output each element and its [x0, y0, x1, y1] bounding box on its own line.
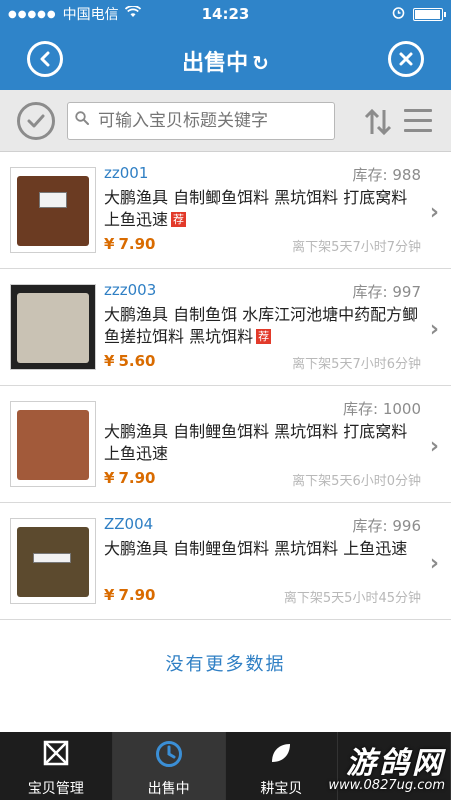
item-price: ¥7.90	[104, 586, 156, 604]
item-code: ZZ004	[104, 515, 154, 533]
select-all-button[interactable]	[17, 102, 55, 140]
clock-icon	[155, 740, 183, 772]
item-stock: 库存: 1000	[342, 400, 421, 418]
delist-time: 离下架5天7小时6分钟	[292, 357, 421, 372]
check-icon	[27, 114, 45, 128]
item-title: 大鹏渔具 自制鲤鱼饵料 黑坑饵料 打底窝料 上鱼迅速	[104, 422, 408, 463]
tab-cultivate[interactable]: 耕宝贝	[226, 732, 339, 800]
chevron-right-icon[interactable]: ›	[430, 551, 439, 576]
battery-icon	[413, 7, 446, 21]
status-bar: ●●●●● 中国电信 14:23	[0, 0, 451, 28]
signal-icon: ●●●●●	[8, 8, 57, 20]
item-stock: 库存: 996	[352, 517, 421, 535]
list-item[interactable]: 库存: 1000 大鹏渔具 自制鲤鱼饵料 黑坑饵料 打底窝料 上鱼迅速 ¥7.9…	[0, 386, 451, 503]
menu-icon	[404, 109, 432, 112]
page-title: 出售中 ↻	[0, 45, 451, 77]
chevron-right-icon[interactable]: ›	[430, 317, 439, 342]
product-thumbnail	[10, 401, 96, 487]
watermark-logo: 游鸽网 www.0827ug.com	[328, 746, 445, 793]
recommend-badge: 荐	[171, 212, 187, 227]
delist-time: 离下架5天6小时0分钟	[292, 474, 421, 489]
item-price: ¥5.60	[104, 352, 156, 370]
search-input[interactable]	[67, 102, 335, 140]
sort-icon	[364, 108, 392, 136]
item-price: ¥7.90	[104, 235, 156, 253]
product-thumbnail	[10, 167, 96, 253]
close-icon	[399, 52, 413, 66]
search-bar	[0, 90, 451, 152]
page-title-text: 出售中	[182, 51, 249, 76]
chevron-right-icon[interactable]: ›	[430, 200, 439, 225]
item-price: ¥7.90	[104, 469, 156, 487]
carrier-label: 中国电信	[62, 7, 119, 23]
leaf-icon	[268, 740, 294, 772]
list-item[interactable]: zz001 库存: 988 大鹏渔具 自制鲫鱼饵料 黑坑饵料 打底窝料 上鱼迅速…	[0, 152, 451, 269]
item-code: zzz003	[104, 281, 157, 299]
tab-label: 出售中	[147, 781, 190, 797]
menu-button[interactable]	[404, 109, 432, 139]
sort-button[interactable]	[363, 108, 393, 142]
item-title: 大鹏渔具 自制鲤鱼饵料 黑坑饵料 上鱼迅速	[104, 539, 408, 558]
delist-time: 离下架5天5小时45分钟	[283, 591, 421, 606]
tab-item-management[interactable]: 宝贝管理	[0, 732, 113, 800]
close-button[interactable]	[388, 41, 424, 77]
product-thumbnail	[10, 518, 96, 604]
search-icon	[75, 110, 89, 130]
bait-bag-image	[17, 410, 89, 480]
nav-bar: 出售中 ↻	[0, 28, 451, 90]
status-time: 14:23	[201, 5, 250, 23]
item-code: zz001	[104, 164, 149, 182]
tab-label: 耕宝贝	[260, 781, 303, 797]
item-stock: 库存: 988	[352, 166, 421, 184]
no-more-data[interactable]: 没有更多数据	[0, 650, 451, 676]
product-thumbnail	[10, 284, 96, 370]
bait-bag-image	[17, 293, 89, 363]
box-icon	[43, 740, 69, 772]
tab-on-sale[interactable]: 出售中	[112, 732, 226, 800]
item-stock: 库存: 997	[352, 283, 421, 301]
product-list: zz001 库存: 988 大鹏渔具 自制鲫鱼饵料 黑坑饵料 打底窝料 上鱼迅速…	[0, 152, 451, 620]
recommend-badge: 荐	[256, 329, 272, 344]
chevron-right-icon[interactable]: ›	[430, 434, 439, 459]
refresh-icon[interactable]: ↻	[252, 51, 269, 75]
alarm-icon	[392, 6, 405, 23]
item-title: 大鹏渔具 自制鲫鱼饵料 黑坑饵料 打底窝料 上鱼迅速荐	[104, 188, 408, 229]
list-item[interactable]: zzz003 库存: 997 大鹏渔具 自制鱼饵 水库江河池塘中药配方鲫鱼搓拉饵…	[0, 269, 451, 386]
list-item[interactable]: ZZ004 库存: 996 大鹏渔具 自制鲤鱼饵料 黑坑饵料 上鱼迅速 ¥7.9…	[0, 503, 451, 620]
tab-label: 宝贝管理	[27, 781, 84, 797]
delist-time: 离下架5天7小时7分钟	[292, 240, 421, 255]
wifi-icon	[124, 5, 141, 22]
item-title: 大鹏渔具 自制鱼饵 水库江河池塘中药配方鲫鱼搓拉饵料 黑坑饵料荐	[104, 305, 419, 346]
bait-bag-image	[17, 176, 89, 246]
